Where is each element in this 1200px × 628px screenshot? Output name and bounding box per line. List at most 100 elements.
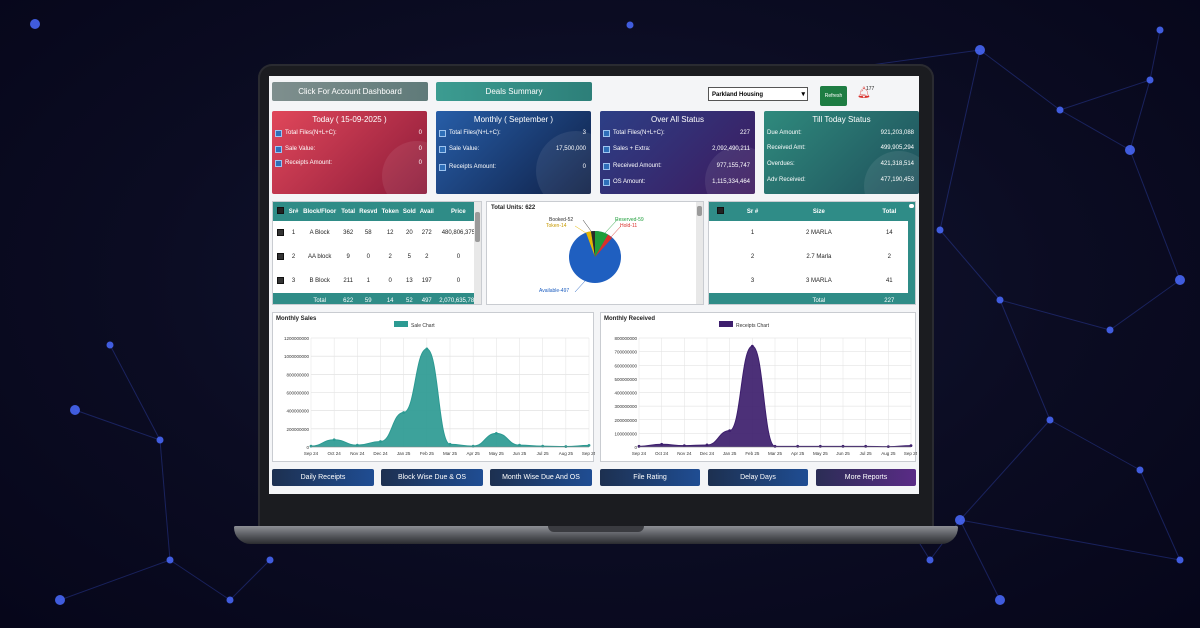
- network-link: [979, 49, 1061, 111]
- card-row: Total Files(N+L+C): 3: [439, 129, 588, 138]
- network-link: [1049, 419, 1141, 471]
- table-row[interactable]: 3B Block 211 1 0 13 197 0: [273, 269, 481, 293]
- data-point[interactable]: [682, 444, 686, 448]
- legend-swatch: [394, 321, 408, 327]
- file-rating-button[interactable]: File Rating: [600, 469, 700, 486]
- data-point[interactable]: [448, 442, 452, 446]
- daily-receipts-button[interactable]: Daily Receipts: [272, 469, 374, 486]
- block-wise-due-button[interactable]: Block Wise Due & OS: [381, 469, 483, 486]
- legend-swatch: [719, 321, 733, 327]
- network-node: [1136, 466, 1144, 474]
- x-tick-label: Apr 25: [791, 451, 805, 456]
- network-link: [109, 344, 161, 441]
- project-select[interactable]: Parkland Housing ▾: [708, 87, 808, 101]
- y-tick-label: 1200000000: [284, 336, 310, 341]
- units-pie-chart: [569, 219, 622, 293]
- month-wise-due-button[interactable]: Month Wise Due And OS: [490, 469, 592, 486]
- x-tick-label: Sep 24: [632, 451, 647, 456]
- delay-days-button[interactable]: Delay Days: [708, 469, 808, 486]
- scrollbar[interactable]: [474, 202, 481, 304]
- network-node: [30, 19, 40, 29]
- network-link: [229, 559, 271, 601]
- size-table-panel: Sr # Size Total 12 MARLA 14 2 2.7 Marla 2 3…: [708, 201, 916, 305]
- network-node: [226, 596, 234, 604]
- network-link: [959, 519, 1181, 561]
- data-point[interactable]: [750, 344, 754, 348]
- network-link: [939, 229, 1001, 301]
- card-title: Till Today Status: [812, 115, 871, 124]
- network-node: [955, 515, 965, 525]
- account-dashboard-button[interactable]: Click For Account Dashboard: [272, 82, 428, 101]
- grid-icon[interactable]: [276, 228, 284, 236]
- y-tick-label: 500000000: [614, 377, 637, 382]
- legend-label: Receipts Chart: [736, 323, 770, 329]
- x-tick-label: Jan 25: [397, 451, 411, 456]
- monthly-card: Monthly ( September ) Total Files(N+L+C)…: [436, 111, 591, 194]
- table-row[interactable]: 33 MARLA 41: [709, 269, 915, 293]
- network-link: [59, 559, 171, 601]
- network-node: [55, 595, 65, 605]
- data-point[interactable]: [886, 445, 890, 448]
- table-row[interactable]: 12 MARLA 14: [709, 221, 915, 245]
- data-point[interactable]: [660, 442, 664, 446]
- network-node: [1125, 145, 1135, 155]
- y-tick-label: 800000000: [286, 372, 309, 377]
- card-title: Over All Status: [651, 115, 704, 124]
- data-point[interactable]: [728, 429, 732, 433]
- grid-icon[interactable]: [276, 276, 284, 284]
- data-point[interactable]: [494, 431, 498, 435]
- network-link: [1139, 469, 1181, 561]
- scrollbar[interactable]: [696, 202, 703, 304]
- network-node: [996, 296, 1004, 304]
- y-tick-label: 400000000: [614, 391, 637, 396]
- project-select-value: Parkland Housing: [712, 92, 764, 98]
- network-link: [959, 519, 1001, 601]
- card-row: Receipts Amount: 0: [275, 159, 424, 168]
- network-link: [1129, 149, 1181, 281]
- table-header-cell: Sr #: [731, 202, 775, 221]
- data-point[interactable]: [402, 411, 406, 414]
- network-link: [999, 299, 1111, 331]
- x-tick-label: Sep 25: [904, 451, 917, 456]
- x-tick-label: Dec 24: [373, 451, 388, 456]
- grid-icon[interactable]: [276, 252, 284, 260]
- data-point[interactable]: [518, 443, 521, 447]
- network-node: [266, 556, 274, 564]
- x-tick-label: Jul 25: [860, 451, 873, 456]
- deals-summary-button[interactable]: Deals Summary: [436, 82, 592, 101]
- grid-icon: [716, 207, 724, 214]
- data-point[interactable]: [425, 347, 429, 351]
- x-tick-label: Sep 24: [304, 451, 319, 456]
- data-point[interactable]: [909, 444, 913, 448]
- network-node: [1056, 106, 1064, 114]
- data-point[interactable]: [587, 444, 591, 447]
- table-header-row: Sr# Block/Floor Total Resvd Token Sold A…: [273, 202, 481, 221]
- table-row[interactable]: 2 AA block 9 0 2 5 2 0: [273, 245, 481, 269]
- x-tick-label: May 25: [813, 451, 828, 456]
- table-total-row: Total 227: [709, 293, 915, 304]
- network-node: [995, 595, 1005, 605]
- table-row[interactable]: 2 2.7 Marla 2: [709, 245, 915, 269]
- table-header-cell: Size: [774, 202, 864, 221]
- scrollbar[interactable]: [908, 202, 915, 304]
- card-row: Sale Value: 17,500,000: [439, 145, 588, 154]
- more-reports-button[interactable]: More Reports: [816, 469, 916, 486]
- y-tick-label: 600000000: [614, 363, 637, 368]
- y-tick-label: 600000000: [286, 391, 309, 396]
- y-tick-label: 1000000000: [284, 354, 310, 359]
- table-row[interactable]: 1A Block 362 58 12 20 272 480,806,375: [273, 221, 481, 245]
- grid-icon: [276, 207, 284, 214]
- data-point[interactable]: [379, 440, 382, 443]
- network-node: [975, 45, 985, 55]
- data-point[interactable]: [355, 443, 359, 447]
- y-tick-label: 700000000: [614, 350, 637, 355]
- x-tick-label: Jul 25: [537, 451, 550, 456]
- x-tick-label: Nov 24: [350, 451, 365, 456]
- data-point[interactable]: [705, 443, 709, 447]
- card-row: Total Files(N+L+C): 0: [275, 129, 424, 138]
- checkbox-icon: [439, 130, 446, 137]
- data-point[interactable]: [332, 438, 336, 442]
- data-point[interactable]: [564, 445, 568, 448]
- refresh-button[interactable]: Refresh: [820, 86, 847, 106]
- table-header-cell: Avail: [417, 202, 436, 221]
